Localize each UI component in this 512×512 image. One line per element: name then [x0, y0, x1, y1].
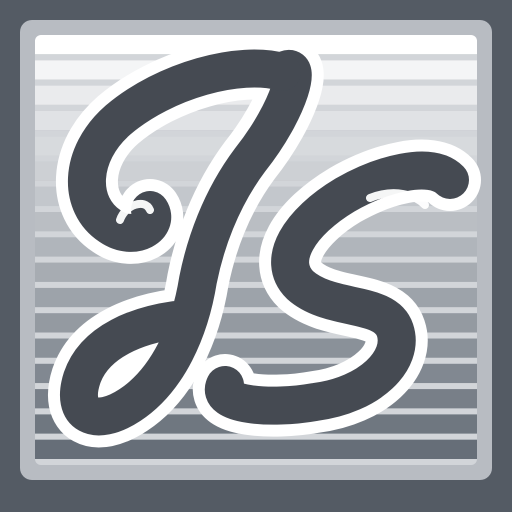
- stripe-gap: [35, 256, 477, 263]
- stripe: [35, 262, 477, 282]
- stripe-gap: [35, 281, 477, 288]
- stripe-gap: [35, 459, 477, 465]
- js-logo-graphic: [0, 0, 512, 512]
- js-logo: [0, 0, 512, 512]
